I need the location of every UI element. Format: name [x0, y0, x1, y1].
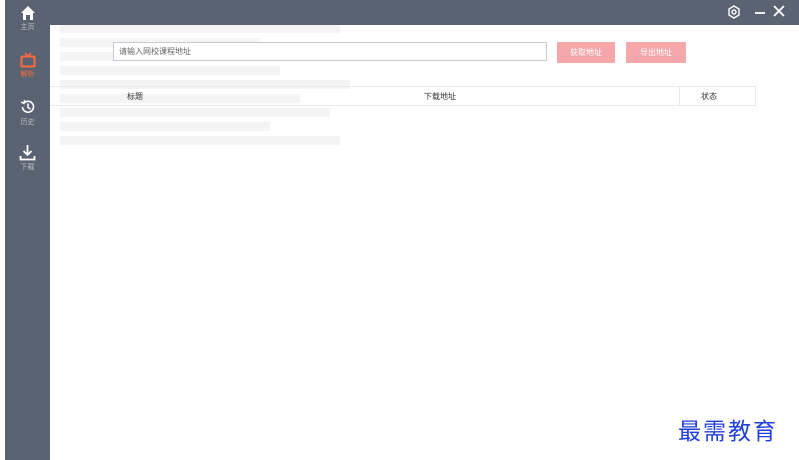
minimize-button[interactable]: [755, 5, 765, 22]
sidebar-item-label: 下载: [20, 163, 35, 171]
sidebar-item-parse[interactable]: 解析: [5, 52, 50, 79]
tv-icon: [20, 52, 35, 68]
close-icon: [773, 5, 785, 17]
sidebar-item-label: 解析: [20, 70, 35, 78]
settings-button[interactable]: [727, 5, 741, 22]
sidebar-item-home[interactable]: 主页: [5, 5, 50, 32]
fetch-address-label: 获取地址: [570, 48, 602, 57]
export-address-label: 导出地址: [640, 48, 672, 57]
column-status[interactable]: 状态: [701, 91, 717, 102]
close-button[interactable]: [773, 5, 785, 20]
download-icon: [19, 145, 36, 161]
export-address-button[interactable]: 导出地址: [626, 42, 686, 63]
column-divider: [755, 87, 756, 105]
column-divider: [679, 87, 680, 105]
sidebar-item-label: 主页: [20, 23, 35, 31]
sidebar: 主页 解析 历史 下载: [5, 0, 50, 460]
sidebar-item-history[interactable]: 历史: [5, 98, 50, 127]
sidebar-item-download[interactable]: 下载: [5, 144, 50, 172]
column-download-url[interactable]: 下载地址: [424, 91, 456, 102]
column-title[interactable]: 标题: [127, 91, 143, 102]
home-icon: [20, 6, 35, 20]
fetch-address-button[interactable]: 获取地址: [557, 42, 615, 63]
watermark: 最需教育: [678, 419, 778, 445]
course-url-input[interactable]: [113, 42, 547, 61]
table-header: 标题 下载地址 状态: [50, 86, 756, 106]
settings-icon: [728, 5, 740, 19]
sidebar-item-label: 历史: [20, 118, 35, 126]
minimize-icon: [755, 12, 765, 14]
history-icon: [20, 99, 34, 114]
title-bar: [50, 0, 799, 25]
